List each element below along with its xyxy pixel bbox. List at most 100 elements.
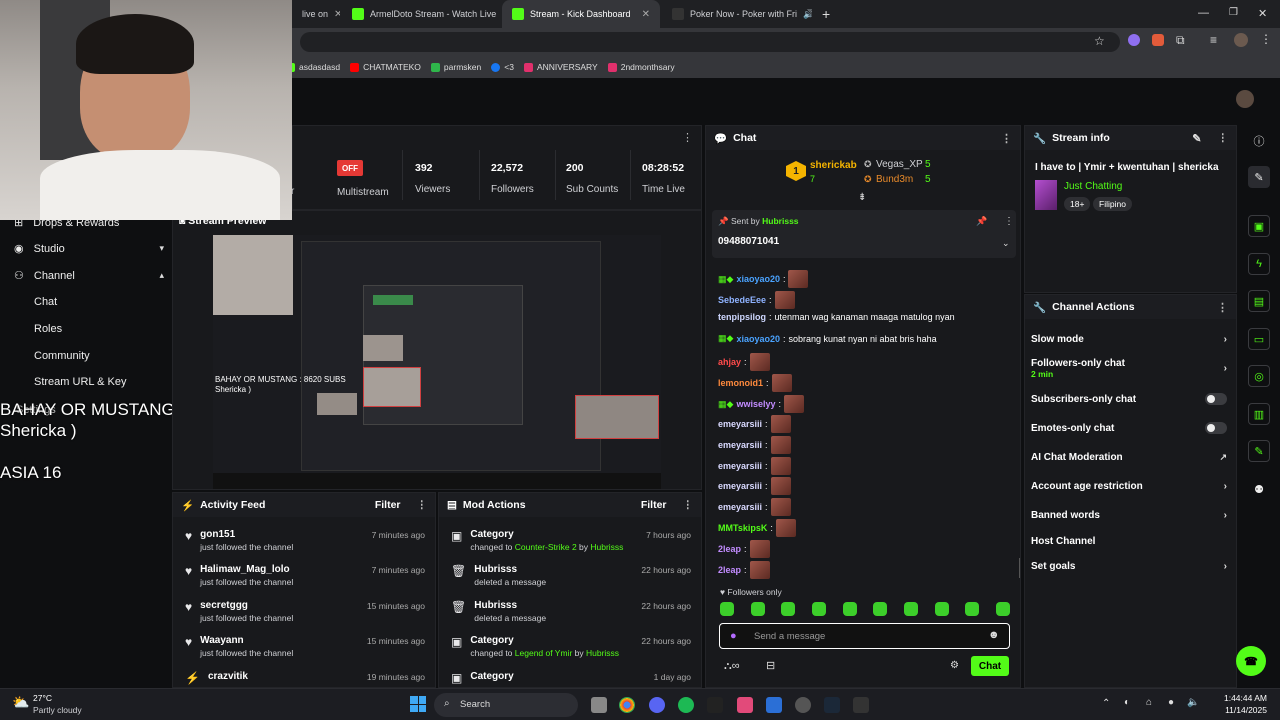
spotify-icon[interactable] xyxy=(678,697,694,713)
category-link[interactable]: Just Chatting xyxy=(1064,181,1122,192)
sidebar-subitem-community[interactable]: Community xyxy=(34,350,90,362)
sidebar-subitem-roles[interactable]: Roles xyxy=(34,323,62,335)
clipboard-icon[interactable]: ▤ xyxy=(1248,290,1270,312)
activity-user[interactable]: crazvitik xyxy=(208,671,248,682)
edit-icon[interactable]: ✎ xyxy=(1192,132,1201,145)
obs-icon[interactable] xyxy=(795,697,811,713)
chat-username[interactable]: emeyarsiii xyxy=(718,502,762,512)
steam-icon[interactable] xyxy=(824,697,840,713)
sidebar-subitem-stream-url[interactable]: Stream URL & Key xyxy=(34,376,127,388)
chevron-up-icon[interactable]: ⌃ xyxy=(1102,698,1110,709)
new-tab-button[interactable]: + xyxy=(822,6,830,22)
sidebar-item-channel[interactable]: ⚇ Channel ▴ xyxy=(14,269,164,283)
layout-icon[interactable]: ▥ xyxy=(1248,403,1270,425)
quick-emote-icon[interactable] xyxy=(720,602,734,616)
subscribers-only-toggle[interactable] xyxy=(1205,393,1227,405)
chat-username[interactable]: MMTskipsK xyxy=(718,523,767,533)
browser-tab[interactable]: ArmelDoto Stream - Watch Live✕ xyxy=(342,0,500,28)
banned-words-row[interactable]: Banned words › xyxy=(1031,510,1227,521)
moderator-link[interactable]: Hubrisss xyxy=(590,542,623,552)
ai-moderation-row[interactable]: AI Chat Moderation ↗ xyxy=(1031,452,1227,463)
multistream-off-badge[interactable]: OFF xyxy=(337,160,363,176)
category-link[interactable]: Counter-Strike 2 xyxy=(515,542,577,552)
clock-date[interactable]: 11/14/2025 xyxy=(1223,705,1267,715)
activity-user[interactable]: Waayann xyxy=(200,635,293,646)
tray-icon[interactable]: ◐ xyxy=(1124,697,1130,708)
quick-emote-icon[interactable] xyxy=(903,602,918,616)
task-view-icon[interactable] xyxy=(591,697,607,713)
edit-icon[interactable]: ✎ xyxy=(1248,166,1270,188)
emoji-icon[interactable]: ☻ xyxy=(988,629,1000,641)
scrollbar[interactable] xyxy=(1019,558,1020,578)
puzzle-icon[interactable]: ⧉ xyxy=(1176,33,1185,48)
chat-username[interactable]: xiaoyao20 xyxy=(736,274,780,284)
stream-preview-video[interactable]: BAHAY OR MUSTANG : 8620 SUBS Shericka ) xyxy=(213,235,661,489)
chat-username[interactable]: 2leap xyxy=(718,565,741,575)
unpin-icon[interactable]: 📌 xyxy=(976,216,987,227)
more-icon[interactable]: ⋮ xyxy=(1001,132,1012,145)
chat-send-button[interactable]: Chat xyxy=(971,656,1009,676)
followers-only-row[interactable]: Followers-only chat 2 min › xyxy=(1031,358,1227,379)
store-icon[interactable]: ⊟ xyxy=(766,659,775,672)
app-icon[interactable] xyxy=(853,697,869,713)
notepad-icon[interactable] xyxy=(766,697,782,713)
emote-image[interactable] xyxy=(788,270,809,288)
emote-image[interactable] xyxy=(775,519,796,537)
activity-user[interactable]: gon151 xyxy=(200,529,293,540)
sidebar-item-studio[interactable]: ◉ Studio ▾ xyxy=(14,242,164,256)
chat-username[interactable]: 2leap xyxy=(718,544,741,554)
emote-image[interactable] xyxy=(749,561,770,579)
account-age-row[interactable]: Account age restriction › xyxy=(1031,481,1227,492)
chat-username[interactable]: ahjay xyxy=(718,357,741,367)
set-goals-row[interactable]: Set goals › xyxy=(1031,561,1227,572)
collapse-icon[interactable]: ⇟ xyxy=(858,192,866,203)
moderator-link[interactable]: Hubrisss xyxy=(586,648,619,658)
network-icon[interactable]: ⌂ xyxy=(1146,697,1152,708)
info-icon[interactable]: ⓘ xyxy=(1248,130,1270,152)
activity-user[interactable]: secretggg xyxy=(200,600,293,611)
broadcast-icon[interactable]: ◎ xyxy=(1248,365,1270,387)
more-icon[interactable]: ⋮ xyxy=(683,499,694,511)
emote-image[interactable] xyxy=(771,374,792,392)
bookmark-item[interactable]: parmsken xyxy=(430,62,481,72)
quick-emote-icon[interactable] xyxy=(934,602,949,616)
emote-image[interactable] xyxy=(770,415,791,433)
windows-start-icon[interactable] xyxy=(410,696,426,712)
profile-avatar[interactable] xyxy=(1234,33,1248,47)
discord-icon[interactable] xyxy=(649,697,665,713)
emote-image[interactable] xyxy=(749,540,770,558)
chrome-icon[interactable] xyxy=(619,697,635,713)
more-icon[interactable]: ⋮ xyxy=(417,499,428,511)
support-icon[interactable]: ☎ xyxy=(1236,646,1266,676)
bookmark-item[interactable]: ANNIVERSARY xyxy=(523,62,598,72)
browser-tab[interactable]: live on ✕ xyxy=(292,0,340,28)
emote-image[interactable] xyxy=(770,477,791,495)
user-avatar[interactable] xyxy=(1236,90,1254,108)
address-bar[interactable] xyxy=(300,32,1120,52)
activity-user[interactable]: Halimaw_Mag_lolo xyxy=(200,564,293,575)
more-icon[interactable]: ⋮ xyxy=(682,131,693,144)
close-window-icon[interactable]: ✕ xyxy=(1258,7,1267,20)
points-icon[interactable]: ⛬∞ xyxy=(724,660,740,673)
mic-icon[interactable]: ● xyxy=(730,630,737,642)
chat-username[interactable]: emeyarsiii xyxy=(718,461,762,471)
quick-emote-icon[interactable] xyxy=(965,602,980,616)
streaming-app-icon[interactable] xyxy=(737,697,753,713)
minimize-icon[interactable]: — xyxy=(1198,7,1209,19)
browser-tab-active[interactable]: Stream - Kick Dashboard ✕ xyxy=(502,0,660,28)
quick-emote-icon[interactable] xyxy=(811,602,826,616)
close-icon[interactable]: ✕ xyxy=(642,9,650,20)
bookmark-item[interactable]: 2ndmonthsary xyxy=(607,62,675,72)
bookmark-star-icon[interactable]: ☆ xyxy=(1094,34,1105,48)
chat-username[interactable]: wwiselyy xyxy=(736,399,775,409)
emotes-only-toggle[interactable] xyxy=(1205,422,1227,434)
menu-icon[interactable]: ⋮ xyxy=(1260,32,1272,46)
gear-icon[interactable]: ⚙ xyxy=(950,660,959,671)
lightning-icon[interactable]: ϟ xyxy=(1248,253,1270,275)
more-icon[interactable]: ⋮ xyxy=(1217,301,1228,314)
chat-username[interactable]: lemonoid1 xyxy=(718,378,763,388)
volume-icon[interactable]: 🔈 xyxy=(1187,697,1199,708)
extension-icon[interactable] xyxy=(1152,34,1164,46)
filter-button[interactable]: Filter xyxy=(375,499,401,511)
wrench-icon[interactable]: ✎ xyxy=(1248,440,1270,462)
